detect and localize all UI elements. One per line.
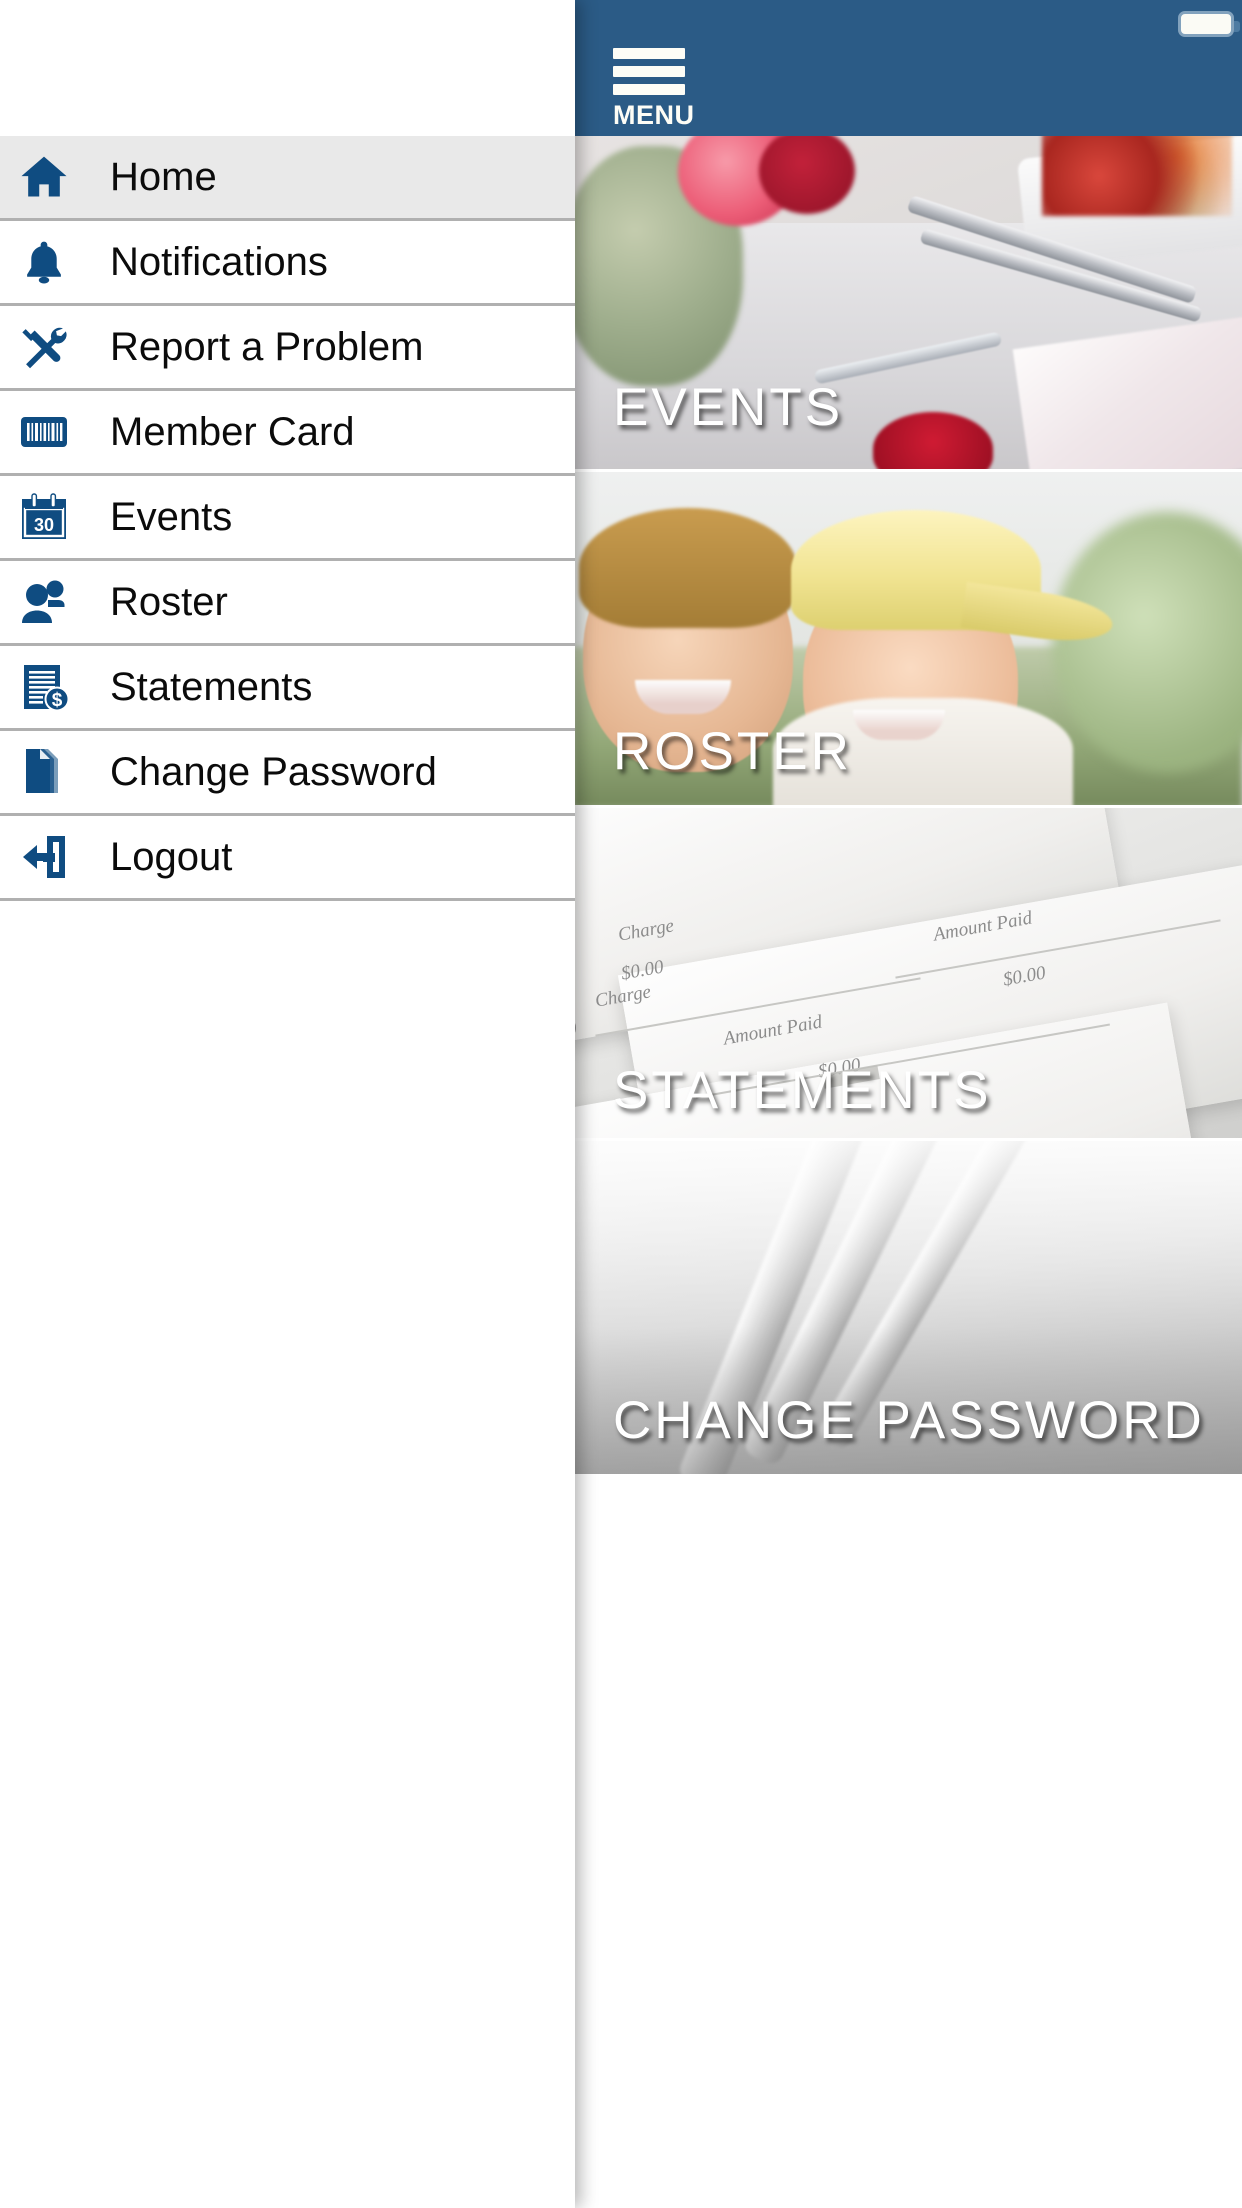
tile-list: EVENTS ROSTER Charge $0.00 Charge .00 Am…: [573, 136, 1242, 2207]
exit-arrow-icon: [16, 829, 72, 885]
sidebar-item-home[interactable]: Home: [0, 136, 575, 221]
hamburger-bar: [613, 84, 685, 95]
navigation-drawer: Home Notifications Report a Problem Memb…: [0, 0, 575, 2208]
pages-icon: [16, 744, 72, 800]
sidebar-item-label: Notifications: [110, 240, 328, 284]
app-header-bar: MENU: [573, 0, 1242, 136]
tile-change-password[interactable]: CHANGE PASSWORD: [573, 1141, 1242, 1477]
sidebar-item-label: Events: [110, 495, 233, 539]
tools-icon: [16, 319, 72, 375]
sidebar-item-label: Roster: [110, 580, 228, 624]
hamburger-icon[interactable]: [613, 48, 693, 95]
sidebar-item-logout[interactable]: Logout: [0, 816, 575, 901]
sidebar-item-statements[interactable]: $ Statements: [0, 646, 575, 731]
sidebar-item-events[interactable]: 30 Events: [0, 476, 575, 561]
invoice-dollar-icon: $: [16, 659, 72, 715]
drawer-bottom-spacer: [0, 901, 575, 1901]
hamburger-bar: [613, 66, 685, 77]
tile-roster[interactable]: ROSTER: [573, 472, 1242, 808]
sidebar-item-roster[interactable]: Roster: [0, 561, 575, 646]
tile-roster-label: ROSTER: [613, 722, 852, 781]
sidebar-item-member-card[interactable]: Member Card: [0, 391, 575, 476]
sidebar-item-label: Report a Problem: [110, 325, 424, 369]
hamburger-bar: [613, 48, 685, 59]
app-screen: MENU EVENTS ROSTER Charge $0.00 Charge .…: [0, 0, 1242, 2208]
tile-list-spacer: [573, 1477, 1242, 2207]
tile-change-password-label: CHANGE PASSWORD: [613, 1391, 1205, 1450]
tile-events-label: EVENTS: [613, 378, 844, 437]
calendar-30-icon: 30: [16, 489, 72, 545]
menu-label: MENU: [613, 100, 695, 130]
tile-divider: [573, 1474, 1242, 1477]
app-main-panel: MENU EVENTS ROSTER Charge $0.00 Charge .…: [573, 0, 1242, 2208]
drawer-top-spacer: [0, 0, 575, 136]
sidebar-item-report-a-problem[interactable]: Report a Problem: [0, 306, 575, 391]
sidebar-item-label: Change Password: [110, 750, 437, 794]
barcode-icon: [16, 404, 72, 460]
home-icon: [16, 149, 72, 205]
sidebar-item-label: Home: [110, 155, 217, 199]
calendar-day-text: 30: [34, 515, 54, 535]
battery-icon: [1178, 11, 1240, 37]
tile-events[interactable]: EVENTS: [573, 136, 1242, 472]
menu-button[interactable]: MENU: [613, 48, 695, 130]
tile-statements[interactable]: Charge $0.00 Charge .00 Amount Paid $0.0…: [573, 808, 1242, 1141]
sidebar-item-change-password[interactable]: Change Password: [0, 731, 575, 816]
bell-icon: [16, 234, 72, 290]
sidebar-item-notifications[interactable]: Notifications: [0, 221, 575, 306]
sidebar-item-label: Logout: [110, 835, 233, 879]
people-icon: [16, 574, 72, 630]
svg-text:$: $: [52, 690, 63, 711]
status-bar: [573, 0, 1242, 46]
tile-statements-label: STATEMENTS: [613, 1061, 992, 1120]
sidebar-item-label: Statements: [110, 665, 313, 709]
sidebar-item-label: Member Card: [110, 410, 355, 454]
